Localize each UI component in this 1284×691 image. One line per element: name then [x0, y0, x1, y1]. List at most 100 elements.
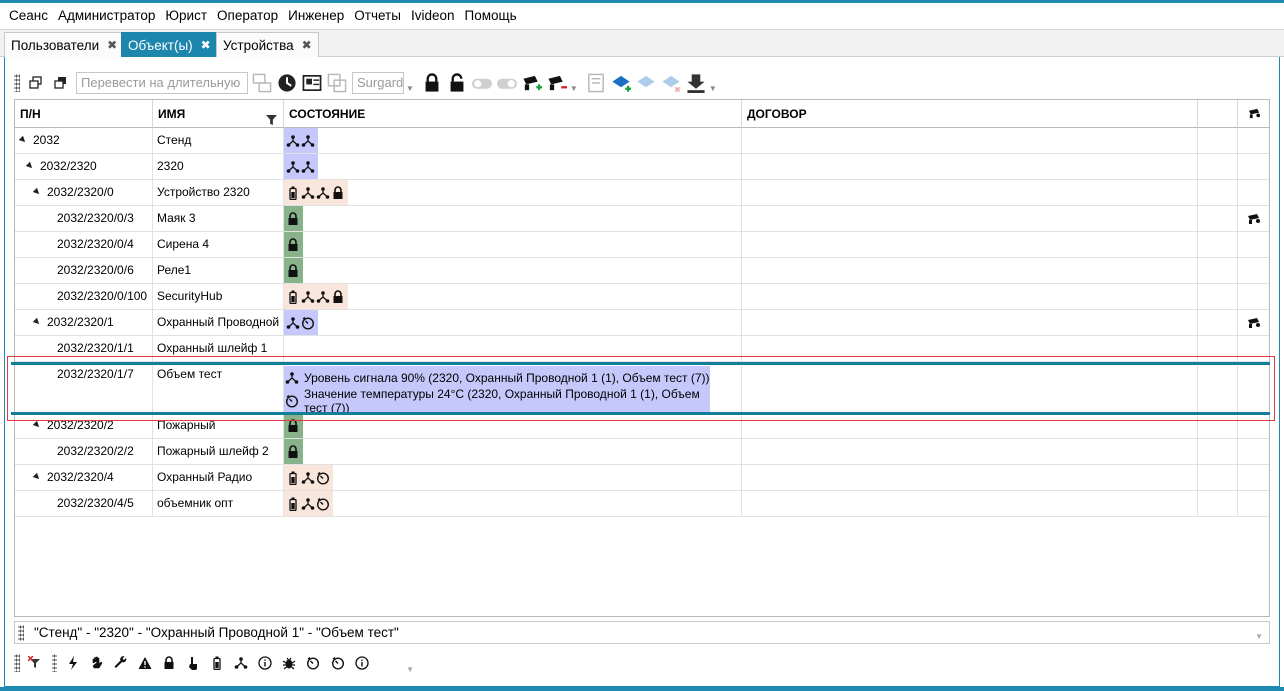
table-row[interactable]: 2032/2320/0 Устройство 2320: [15, 180, 1269, 206]
tab-users[interactable]: Пользователи ✖: [4, 32, 125, 57]
toggle-on-icon[interactable]: [471, 73, 492, 93]
network-icon[interactable]: [232, 653, 251, 673]
expand-all-icon[interactable]: [26, 73, 46, 93]
state-badge[interactable]: [284, 258, 303, 283]
state-badge[interactable]: [284, 154, 318, 179]
transfer-icon[interactable]: [252, 73, 272, 93]
toolbar-grip[interactable]: [14, 74, 20, 92]
close-icon[interactable]: ✖: [302, 38, 312, 52]
timer-icon: [316, 471, 330, 485]
bug-icon[interactable]: [280, 653, 299, 673]
collapse-all-icon[interactable]: [51, 73, 71, 93]
chevron-down-icon[interactable]: ▼: [570, 84, 578, 93]
timer-icon[interactable]: [328, 653, 347, 673]
lock-icon[interactable]: [422, 73, 442, 93]
db-edit-icon[interactable]: [636, 73, 656, 93]
menu-lawyer[interactable]: Юрист: [160, 3, 212, 29]
cell-pn: 2032: [15, 128, 153, 153]
table-row[interactable]: 2032 Стенд: [15, 128, 1269, 154]
download-icon[interactable]: [686, 73, 706, 93]
table-row[interactable]: 2032/2320/0/4 Сирена 4: [15, 232, 1269, 258]
menu-help[interactable]: Помощь: [460, 3, 522, 29]
breadcrumb-grip[interactable]: [18, 624, 24, 641]
network-icon: [301, 160, 315, 174]
expand-toggle-icon[interactable]: [32, 317, 42, 327]
info-icon[interactable]: [256, 653, 275, 673]
timer-icon[interactable]: [304, 653, 323, 673]
statusbar-grip[interactable]: [14, 654, 20, 672]
expand-toggle-icon[interactable]: [18, 135, 28, 145]
chevron-down-icon[interactable]: ▼: [1255, 632, 1263, 641]
camera-icon[interactable]: [1247, 316, 1261, 330]
menu-reports[interactable]: Отчеты: [349, 3, 406, 29]
info-icon[interactable]: [352, 653, 371, 673]
column-header-name[interactable]: ИМЯ: [153, 100, 284, 128]
table-row[interactable]: 2032/2320 2320: [15, 154, 1269, 180]
cell-state: [284, 284, 742, 309]
warning-icon[interactable]: [136, 653, 155, 673]
table-row[interactable]: 2032/2320/0/100 SecurityHub: [15, 284, 1269, 310]
statusbar-grip-2[interactable]: [51, 654, 58, 672]
state-badge[interactable]: [284, 439, 303, 464]
lock-icon: [286, 263, 300, 278]
column-header-pn[interactable]: П/Н: [15, 100, 153, 128]
surgard-input[interactable]: Surgard: [352, 72, 404, 94]
menu-engineer[interactable]: Инженер: [283, 3, 349, 29]
column-header-empty[interactable]: [1198, 100, 1238, 128]
close-icon[interactable]: ✖: [201, 38, 211, 52]
unlock-icon[interactable]: [447, 73, 467, 93]
state-badge[interactable]: [284, 284, 348, 309]
lock-icon: [331, 289, 345, 304]
cell-extra: [1198, 206, 1238, 231]
card-icon[interactable]: [302, 73, 322, 93]
state-badge[interactable]: [284, 465, 333, 490]
db-delete-icon[interactable]: [661, 73, 681, 93]
table-row[interactable]: 2032/2320/0/6 Реле1: [15, 258, 1269, 284]
toggle-off-icon[interactable]: [496, 73, 517, 93]
tab-devices[interactable]: Устройства ✖: [216, 32, 319, 57]
menu-administrator[interactable]: Администратор: [53, 3, 160, 29]
state-badge[interactable]: [284, 310, 318, 335]
menu-ivideon[interactable]: Ivideon: [406, 3, 460, 29]
state-badge[interactable]: [284, 180, 348, 205]
table-row[interactable]: 2032/2320/4 Охранный Радио: [15, 465, 1269, 491]
filter-clear-icon[interactable]: [26, 653, 45, 673]
expand-toggle-icon[interactable]: [32, 187, 42, 197]
column-header-state[interactable]: СОСТОЯНИЕ: [284, 100, 742, 128]
touch-icon[interactable]: [184, 653, 203, 673]
chevron-down-icon[interactable]: ▼: [406, 665, 414, 674]
hand-icon[interactable]: [88, 653, 107, 673]
state-badge[interactable]: [284, 206, 303, 231]
camera-remove-icon[interactable]: [547, 73, 567, 93]
column-header-contract[interactable]: ДОГОВОР: [742, 100, 1198, 128]
wrench-icon[interactable]: [112, 653, 131, 673]
history-icon[interactable]: [277, 73, 297, 93]
chevron-down-icon[interactable]: ▼: [709, 84, 717, 93]
table-row[interactable]: 2032/2320/1 Охранный Проводной 1: [15, 310, 1269, 336]
table-row[interactable]: 2032/2320/0/3 Маяк 3: [15, 206, 1269, 232]
lightning-icon[interactable]: [63, 653, 82, 673]
column-header-camera[interactable]: [1238, 100, 1269, 128]
menu-session[interactable]: Сеанс: [4, 3, 53, 29]
state-badge[interactable]: [284, 232, 303, 257]
tab-objects[interactable]: Объект(ы) ✖: [121, 32, 218, 57]
copy-icon[interactable]: [327, 73, 347, 93]
chevron-down-icon[interactable]: ▼: [406, 84, 414, 93]
state-badge[interactable]: [284, 491, 333, 516]
expand-toggle-icon[interactable]: [25, 161, 35, 171]
table-row[interactable]: 2032/2320/4/5 объемник опт: [15, 491, 1269, 517]
close-icon[interactable]: ✖: [107, 38, 117, 52]
long-term-input[interactable]: Перевести на длительную: [76, 72, 248, 94]
tab-objects-label: Объект(ы): [128, 37, 193, 53]
expand-toggle-icon[interactable]: [32, 472, 42, 482]
document-icon[interactable]: [586, 73, 606, 93]
menu-operator[interactable]: Оператор: [212, 3, 283, 29]
battery-icon[interactable]: [208, 653, 227, 673]
expand-toggle-icon[interactable]: [32, 420, 42, 430]
lock-icon[interactable]: [160, 653, 179, 673]
camera-add-icon[interactable]: [522, 73, 542, 93]
camera-icon[interactable]: [1247, 212, 1261, 226]
table-row[interactable]: 2032/2320/2/2 Пожарный шлейф 2: [15, 439, 1269, 465]
state-badge[interactable]: [284, 128, 318, 153]
db-add-icon[interactable]: [611, 73, 631, 93]
